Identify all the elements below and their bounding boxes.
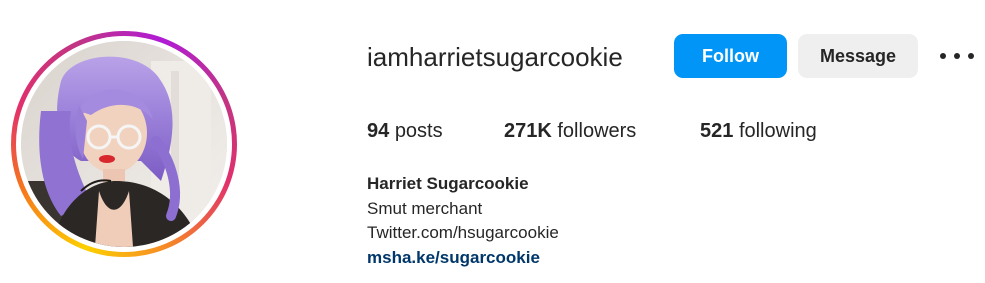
more-dot bbox=[968, 53, 974, 59]
posts-count: 94 bbox=[367, 120, 390, 142]
more-dot bbox=[954, 53, 960, 59]
more-dot bbox=[940, 53, 946, 59]
bio-link[interactable]: msha.ke/sugarcookie bbox=[367, 248, 540, 267]
following-stat[interactable]: 521 following bbox=[700, 118, 817, 144]
full-name: Harriet Sugarcookie bbox=[367, 174, 529, 193]
bio-line: Smut merchant bbox=[367, 198, 483, 218]
following-label: following bbox=[738, 120, 817, 142]
followers-label: followers bbox=[557, 120, 637, 142]
bio-line: Twitter.com/hsugarcookie bbox=[367, 223, 559, 242]
follow-button[interactable]: Follow bbox=[674, 34, 787, 78]
more-options-icon[interactable] bbox=[940, 44, 974, 68]
avatar-photo bbox=[21, 41, 227, 247]
posts-label: posts bbox=[394, 120, 443, 142]
message-button[interactable]: Message bbox=[798, 34, 918, 78]
story-ring[interactable] bbox=[11, 31, 237, 257]
followers-count: 271K bbox=[504, 120, 552, 142]
username: iamharrietsugarcookie bbox=[367, 42, 623, 72]
bio: Harriet Sugarcookie Smut merchant Twitte… bbox=[367, 172, 559, 270]
posts-stat: 94 posts bbox=[367, 118, 443, 144]
followers-stat[interactable]: 271K followers bbox=[504, 118, 636, 144]
following-count: 521 bbox=[700, 120, 734, 142]
avatar[interactable] bbox=[21, 41, 227, 247]
